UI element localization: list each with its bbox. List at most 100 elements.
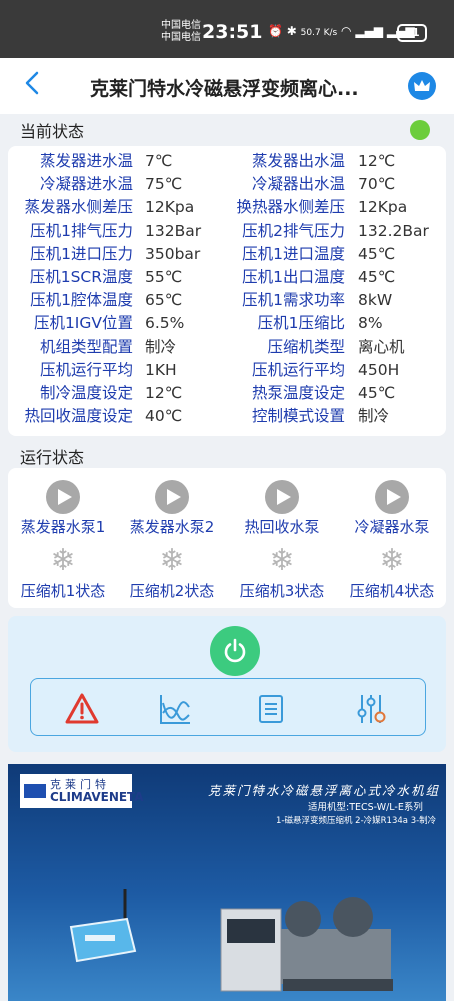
compressor-label: 压缩机2状态	[129, 582, 215, 600]
param-label: 压机1腔体温度	[30, 291, 133, 310]
carrier-2: 中国电信	[161, 32, 201, 43]
param-row: 冷凝器进水温 75℃ 冷凝器出水温 70℃	[8, 173, 446, 196]
current-status-heading: 当前状态	[20, 122, 85, 141]
param-value: 132Bar	[145, 221, 202, 240]
pump-label: 热回收水泵	[244, 518, 320, 536]
param-label: 压机1IGV位置	[33, 314, 133, 333]
snowflake-icon: ❄	[159, 543, 185, 578]
param-value: 132.2Bar	[358, 221, 429, 240]
param-label: 压机1需求功率	[242, 291, 345, 310]
compressor-status-item[interactable]: ❄ 压缩机3状态	[227, 544, 337, 601]
play-icon	[375, 480, 409, 514]
param-value: 65℃	[145, 291, 183, 310]
param-row: 压机1排气压力 132Bar 压机2排气压力 132.2Bar	[8, 220, 446, 243]
run-status-heading: 运行状态	[20, 448, 85, 467]
param-label: 热回收温度设定	[24, 407, 133, 426]
gateway-device-icon	[69, 889, 137, 963]
param-row: 制冷温度设定 12℃ 热泵温度设定 45℃	[8, 382, 446, 405]
param-row: 压机1进口压力 350bar 压机1进口温度 45℃	[8, 243, 446, 266]
compressor-status-item[interactable]: ❄ 压缩机2状态	[117, 544, 227, 601]
chevron-left-icon	[25, 71, 39, 95]
compressor-label: 压缩机1状态	[20, 582, 106, 600]
param-value: 6.5%	[145, 314, 185, 333]
param-row: 压机1SCR温度 55℃ 压机1出口温度 45℃	[8, 266, 446, 289]
power-button[interactable]	[210, 626, 260, 676]
pump-status-item[interactable]: 热回收水泵	[227, 480, 337, 537]
signal-icon: ▂▄▆	[355, 24, 384, 38]
param-value: 75℃	[145, 175, 183, 194]
param-row: 蒸发器进水温 7℃ 蒸发器出水温 12℃	[8, 150, 446, 173]
param-value: 55℃	[145, 268, 183, 286]
alarm-icon[interactable]	[64, 691, 100, 727]
snowflake-icon: ❄	[269, 543, 295, 578]
param-value: 制冷	[145, 337, 177, 356]
param-label: 制冷温度设定	[39, 384, 133, 402]
param-row: 压机运行平均 1KH 压机运行平均 450H	[8, 359, 446, 382]
control-panel	[8, 616, 446, 752]
param-label: 热泵温度设定	[251, 384, 345, 402]
param-label: 蒸发器进水温	[39, 152, 133, 170]
run-status-card: 蒸发器水泵1 蒸发器水泵2 热回收水泵 冷凝器水泵 ❄ 压缩机1状态 ❄ 压缩机2状态 ❄ 压缩机…	[8, 468, 446, 608]
brand-logo: 克莱门特 CLIMAVENETA	[20, 774, 144, 808]
param-value: 8%	[358, 314, 383, 333]
param-label: 压机运行平均	[251, 360, 345, 379]
power-icon	[224, 638, 246, 663]
param-label: 压机1进口温度	[242, 244, 345, 263]
pump-label: 蒸发器水泵2	[129, 518, 215, 536]
param-label: 蒸发器水侧差压	[24, 198, 133, 217]
param-value: 12℃	[358, 152, 396, 170]
compressor-status-item[interactable]: ❄ 压缩机1状态	[8, 544, 118, 601]
param-value: 40℃	[145, 407, 183, 426]
trend-chart-icon[interactable]	[157, 691, 193, 727]
param-value: 70℃	[358, 175, 396, 194]
param-value: 离心机	[358, 337, 405, 356]
status-bar: 中国电信 中国电信 23:51 ⏰ ✱ 50.7 K/s ◠ ▂▄▆ ▂▄▆ 3…	[0, 0, 454, 58]
param-value: 45℃	[358, 268, 396, 286]
param-value: 制冷	[358, 407, 390, 426]
tool-bar	[30, 678, 426, 736]
pump-status-item[interactable]: 蒸发器水泵1	[8, 480, 118, 537]
param-label: 压机1排气压力	[30, 221, 133, 240]
back-button[interactable]	[24, 70, 40, 103]
param-label: 机组类型配置	[39, 337, 133, 356]
param-value: 45℃	[358, 384, 396, 402]
crown-icon[interactable]	[408, 72, 436, 100]
pump-label: 冷凝器水泵	[354, 518, 430, 536]
list-icon[interactable]	[253, 691, 289, 727]
snowflake-icon: ❄	[379, 543, 405, 578]
param-row: 压机1腔体温度 65℃ 压机1需求功率 8kW	[8, 289, 446, 312]
param-value: 12Kpa	[358, 198, 408, 217]
param-label: 压机1进口压力	[30, 244, 133, 263]
param-value: 1KH	[145, 360, 177, 379]
parameter-card: 蒸发器进水温 7℃ 蒸发器出水温 12℃ 冷凝器进水温 75℃ 冷凝器出水温 70℃ 蒸发器水侧…	[8, 146, 446, 436]
wifi-icon: ◠	[341, 24, 352, 38]
compressor-status-item[interactable]: ❄ 压缩机4状态	[337, 544, 447, 601]
param-label: 冷凝器进水温	[39, 175, 133, 194]
param-label: 压机1SCR温度	[29, 268, 133, 286]
pump-status-item[interactable]: 蒸发器水泵2	[117, 480, 227, 537]
param-value: 7℃	[145, 152, 173, 170]
param-label: 压机2排气压力	[242, 221, 345, 240]
param-label: 冷凝器出水温	[251, 175, 345, 194]
param-row: 热回收温度设定 40℃ 控制模式设置 制冷	[8, 405, 446, 428]
clock: 23:51	[202, 21, 263, 43]
play-icon	[265, 480, 299, 514]
banner-subtitle-2: 1-磁悬浮变频压缩机 2-冷媒R134a 3-制冷	[276, 816, 437, 826]
param-label: 压机1压缩比	[257, 314, 345, 333]
param-row: 机组类型配置 制冷 压缩机类型 离心机	[8, 336, 446, 359]
param-row: 压机1IGV位置 6.5% 压机1压缩比 8%	[8, 312, 446, 335]
play-icon	[46, 480, 80, 514]
status-icons: ⏰ ✱ 50.7 K/s ◠ ▂▄▆ ▂▄▆	[268, 24, 415, 38]
bluetooth-icon: ✱	[286, 24, 297, 38]
param-value: 8kW	[358, 291, 393, 310]
carrier-1: 中国电信	[161, 20, 201, 31]
param-value: 350bar	[145, 244, 201, 263]
param-value: 12℃	[145, 384, 183, 402]
settings-sliders-icon[interactable]	[353, 691, 389, 727]
param-value: 450H	[358, 360, 400, 379]
alarm-clock-icon: ⏰	[268, 24, 283, 38]
param-label: 压机运行平均	[39, 360, 133, 379]
logo-mark-icon	[24, 784, 46, 798]
pump-status-item[interactable]: 冷凝器水泵	[337, 480, 447, 537]
page-title: 克莱门特水冷磁悬浮变频离心...	[90, 78, 359, 100]
